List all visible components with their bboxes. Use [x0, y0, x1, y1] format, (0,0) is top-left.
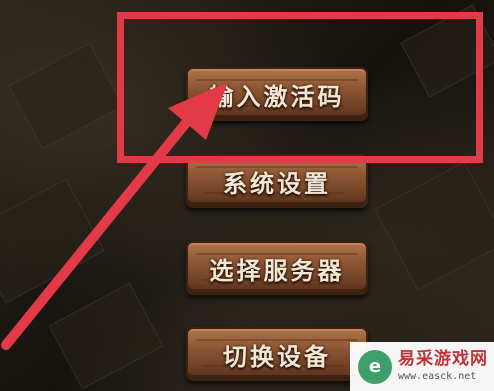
- watermark-url: www.easck.net: [398, 371, 477, 382]
- watermark: e 易采游戏网 www.easck.net: [350, 342, 494, 391]
- watermark-logo-icon: e: [358, 349, 392, 384]
- watermark-title: 易采游戏网: [398, 349, 488, 369]
- pointer-arrow-icon: [1, 82, 228, 350]
